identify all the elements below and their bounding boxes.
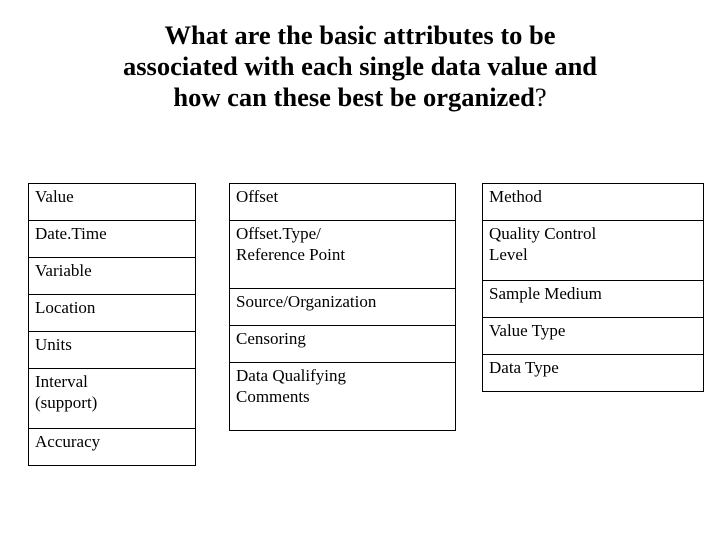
attribute-cell-censoring: Censoring bbox=[229, 325, 456, 363]
table-row: Data Type bbox=[482, 354, 704, 392]
attribute-cell-method: Method bbox=[482, 183, 704, 221]
attributes-table-column-2: Offset Offset.Type/ Reference Point Sour… bbox=[229, 183, 456, 431]
table-row: Sample Medium bbox=[482, 280, 704, 318]
table-row: Variable bbox=[28, 257, 196, 295]
attribute-cell-sample-medium: Sample Medium bbox=[482, 280, 704, 318]
table-row: Data Qualifying Comments bbox=[229, 362, 456, 431]
attributes-table-column-1: Value Date.Time Variable Location Units … bbox=[28, 183, 196, 466]
attribute-cell-value-type: Value Type bbox=[482, 317, 704, 355]
attribute-cell-variable: Variable bbox=[28, 257, 196, 295]
attribute-cell-accuracy: Accuracy bbox=[28, 428, 196, 466]
table-row: Censoring bbox=[229, 325, 456, 363]
table-row: Date.Time bbox=[28, 220, 196, 258]
attribute-cell-data-type: Data Type bbox=[482, 354, 704, 392]
attribute-cell-location: Location bbox=[28, 294, 196, 332]
attribute-cell-datetime: Date.Time bbox=[28, 220, 196, 258]
attribute-cell-units: Units bbox=[28, 331, 196, 369]
table-row: Method bbox=[482, 183, 704, 221]
table-row: Units bbox=[28, 331, 196, 369]
attribute-cell-value: Value bbox=[28, 183, 196, 221]
table-row: Location bbox=[28, 294, 196, 332]
attribute-cell-source-organization: Source/Organization bbox=[229, 288, 456, 326]
title-line-2: associated with each single data value a… bbox=[122, 51, 598, 81]
table-row: Quality Control Level bbox=[482, 220, 704, 281]
title-line-3: how can these best be organized bbox=[173, 82, 535, 112]
title-question-mark: ? bbox=[534, 82, 547, 112]
attribute-cell-offset: Offset bbox=[229, 183, 456, 221]
page-title: What are the basic attributes to be asso… bbox=[18, 20, 702, 113]
attribute-cell-data-qualifying-comments: Data Qualifying Comments bbox=[229, 362, 456, 431]
attributes-table-column-3: Method Quality Control Level Sample Medi… bbox=[482, 183, 704, 392]
attribute-cell-interval-support: Interval (support) bbox=[28, 368, 196, 429]
table-row: Source/Organization bbox=[229, 288, 456, 326]
table-row: Value Type bbox=[482, 317, 704, 355]
table-row: Accuracy bbox=[28, 428, 196, 466]
title-line-1: What are the basic attributes to be bbox=[164, 20, 556, 50]
table-row: Value bbox=[28, 183, 196, 221]
table-row: Interval (support) bbox=[28, 368, 196, 429]
table-row: Offset.Type/ Reference Point bbox=[229, 220, 456, 289]
attribute-cell-quality-control-level: Quality Control Level bbox=[482, 220, 704, 281]
attribute-cell-offset-type-reference-point: Offset.Type/ Reference Point bbox=[229, 220, 456, 289]
table-row: Offset bbox=[229, 183, 456, 221]
